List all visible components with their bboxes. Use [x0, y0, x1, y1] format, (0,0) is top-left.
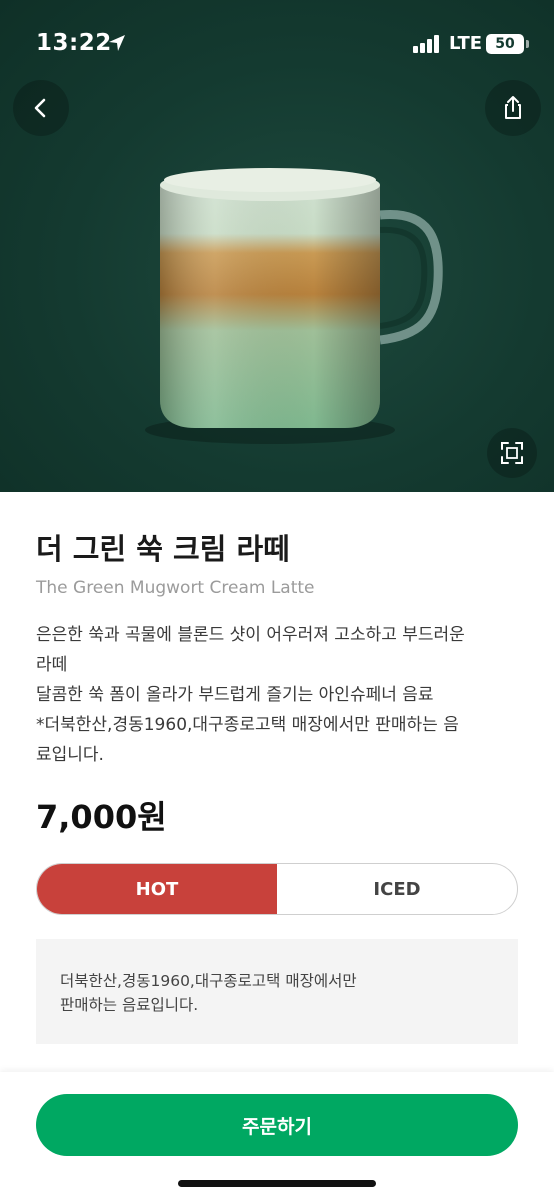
network-type: LTE	[449, 33, 483, 54]
notice-text: 더북한산,경동1960,대구종로고택 매장에서만 판매하는 음료입니다.	[60, 972, 357, 1014]
fullscreen-icon	[501, 442, 523, 464]
chevron-left-icon	[34, 98, 46, 118]
description-line: *더북한산,경동1960,대구종로고택 매장에서만 판매하는 음 료입니다.	[36, 715, 459, 765]
product-hero: 13:22 LTE 50	[0, 0, 554, 492]
share-button[interactable]	[485, 80, 541, 136]
home-indicator	[178, 1180, 376, 1187]
back-button[interactable]	[13, 80, 69, 136]
hot-option[interactable]: HOT	[37, 864, 277, 914]
share-icon	[505, 96, 521, 119]
product-price: 7,000원	[36, 798, 167, 836]
battery-icon: 50	[486, 34, 524, 54]
product-image	[145, 168, 443, 444]
status-time: 13:22	[36, 30, 112, 56]
bottom-bar: 주문하기	[0, 1072, 554, 1200]
temperature-toggle: HOT ICED	[36, 863, 518, 915]
status-bar: 13:22 LTE 50	[0, 0, 554, 88]
description-line: 은은한 쑥과 곡물에 블론드 샷이 어우러져 고소하고 부드러운 라떼	[36, 625, 465, 675]
location-arrow-icon	[109, 35, 125, 51]
battery-tip	[526, 40, 529, 48]
fullscreen-button[interactable]	[487, 428, 537, 478]
product-name-english: The Green Mugwort Cream Latte	[36, 578, 315, 598]
iced-option[interactable]: ICED	[277, 864, 517, 914]
product-description: 은은한 쑥과 곡물에 블론드 샷이 어우러져 고소하고 부드러운 라떼 달콤한 …	[36, 620, 526, 770]
product-name: 더 그린 쑥 크림 라떼	[36, 532, 290, 566]
order-button[interactable]: 주문하기	[36, 1094, 518, 1156]
description-line: 달콤한 쑥 폼이 올라가 부드럽게 즐기는 아인슈페너 음료	[36, 685, 434, 705]
store-notice: 더북한산,경동1960,대구종로고택 매장에서만 판매하는 음료입니다.	[36, 939, 518, 1044]
signal-icon	[413, 35, 443, 53]
